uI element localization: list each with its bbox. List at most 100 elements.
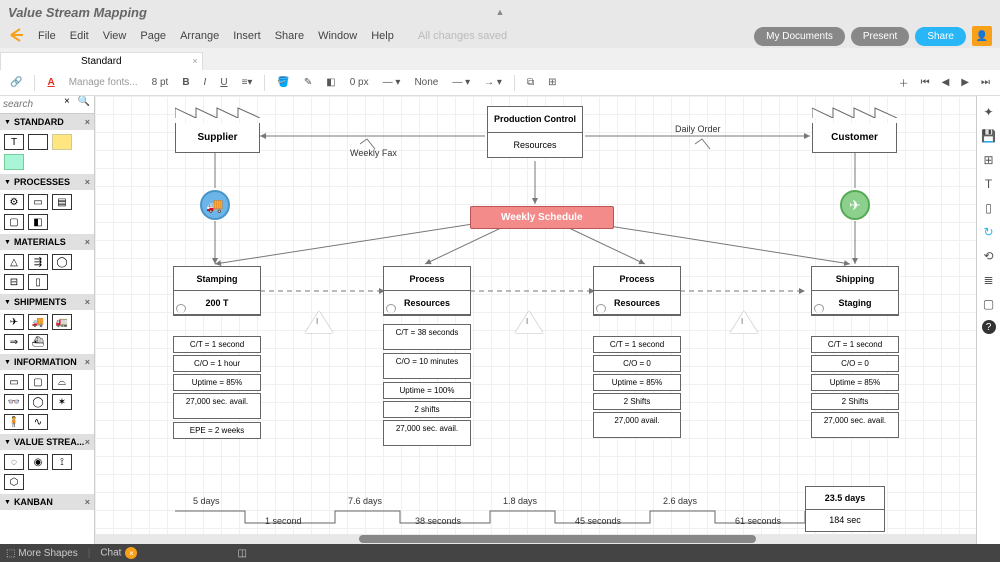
expand-arrow-icon[interactable]: ▲ <box>496 7 505 17</box>
shape-fill[interactable] <box>4 154 24 170</box>
font-size[interactable]: 8 pt <box>148 75 173 90</box>
shape-vs4[interactable]: ⬡ <box>4 474 24 490</box>
line-type-icon[interactable]: — ▾ <box>448 75 474 90</box>
data-cell[interactable]: Uptime = 85% <box>593 374 681 391</box>
shape-market[interactable]: ▯ <box>28 274 48 290</box>
shape-factory[interactable]: ⚙ <box>4 194 24 210</box>
data-cell[interactable]: C/O = 0 <box>811 355 899 372</box>
window-toggle-icon[interactable]: ◫ <box>237 548 246 559</box>
sparkle-icon[interactable]: ✦ <box>981 104 997 120</box>
shape-pull[interactable]: ⇶ <box>28 254 48 270</box>
shape-text[interactable]: T <box>4 134 24 150</box>
shape-safety[interactable]: ⊟ <box>4 274 24 290</box>
close-icon[interactable]: × <box>192 56 197 66</box>
lock-icon[interactable]: ⊞ <box>544 75 560 90</box>
close-icon[interactable]: × <box>85 177 90 187</box>
shape-fifo[interactable]: ◯ <box>52 254 72 270</box>
reset-icon[interactable]: ⟲ <box>981 248 997 264</box>
add-page-icon[interactable]: ＋ <box>895 73 913 92</box>
shape-person[interactable]: 🧍 <box>4 414 24 430</box>
align-dropdown-icon[interactable]: ≡▾ <box>238 75 257 90</box>
save-icon[interactable]: 💾 <box>981 128 997 144</box>
user-avatar[interactable]: 👤 <box>972 26 992 46</box>
close-icon[interactable]: × <box>85 357 90 367</box>
italic-icon[interactable]: I <box>200 75 211 90</box>
fill-color-icon[interactable]: 🪣 <box>273 75 293 90</box>
shape-box[interactable]: ▭ <box>28 194 48 210</box>
chat-button[interactable]: Chat× <box>100 547 137 559</box>
close-icon[interactable]: × <box>85 497 90 507</box>
panel-valuestream[interactable]: ▼VALUE STREA...× <box>0 434 94 450</box>
shape-data[interactable]: ▤ <box>52 194 72 210</box>
shape-kaizen[interactable]: ✶ <box>52 394 72 410</box>
first-page-icon[interactable]: ⏮ <box>917 73 934 92</box>
data-cell[interactable]: Uptime = 85% <box>811 374 899 391</box>
inventory-triangle-1[interactable] <box>305 311 333 333</box>
shape-plane[interactable]: ✈ <box>4 314 24 330</box>
shape-ship[interactable]: ⛴ <box>28 334 48 350</box>
line-solid-icon[interactable]: — ▾ <box>379 75 405 90</box>
data-cell[interactable]: C/T = 1 second <box>173 336 261 353</box>
prev-page-icon[interactable]: ◀ <box>938 73 954 92</box>
data-cell[interactable]: 27,000 sec. avail. <box>383 420 471 446</box>
menu-arrange[interactable]: Arrange <box>180 30 219 42</box>
present-icon[interactable]: ▢ <box>981 296 997 312</box>
data-cell[interactable]: C/T = 1 second <box>593 336 681 353</box>
shape-style-icon[interactable]: ◧ <box>322 75 339 90</box>
close-icon[interactable]: × <box>125 547 137 559</box>
node-supplier[interactable]: Supplier <box>175 104 260 153</box>
link-icon[interactable]: 🔗 <box>6 75 26 90</box>
app-logo-icon[interactable] <box>8 26 28 46</box>
text-color-icon[interactable]: A <box>43 75 58 90</box>
data-cell[interactable]: EPE = 2 weeks <box>173 422 261 439</box>
menu-view[interactable]: View <box>103 30 127 42</box>
shape-cell[interactable]: ▢ <box>4 214 24 230</box>
data-cell[interactable]: C/O = 1 hour <box>173 355 261 372</box>
frame-icon[interactable]: ⊞ <box>981 152 997 168</box>
close-icon[interactable]: × <box>85 237 90 247</box>
layers-icon[interactable]: ≣ <box>981 272 997 288</box>
shape-triangle[interactable]: △ <box>4 254 24 270</box>
shape-cloud[interactable]: ◯ <box>28 394 48 410</box>
help-icon[interactable]: ? <box>982 320 996 334</box>
data-cell[interactable]: 27,000 avail. <box>593 412 681 438</box>
text-icon[interactable]: T <box>981 176 997 192</box>
horizontal-scrollbar[interactable] <box>95 534 976 544</box>
close-icon[interactable]: × <box>85 437 90 447</box>
menu-help[interactable]: Help <box>371 30 394 42</box>
menu-edit[interactable]: Edit <box>70 30 89 42</box>
panel-kanban[interactable]: ▼KANBAN× <box>0 494 94 510</box>
arrow-start[interactable]: None <box>410 75 442 90</box>
font-select[interactable]: Manage fonts... <box>65 75 142 90</box>
panel-information[interactable]: ▼INFORMATION× <box>0 354 94 370</box>
plane-icon[interactable]: ✈ <box>840 190 870 220</box>
share-button[interactable]: Share <box>915 27 966 46</box>
more-shapes-button[interactable]: ⬚ More Shapes <box>6 548 78 559</box>
group-icon[interactable]: ⧉ <box>523 75 538 90</box>
shape-truck[interactable]: 🚚 <box>28 314 48 330</box>
tab-standard[interactable]: Standard × <box>0 52 203 70</box>
my-documents-button[interactable]: My Documents <box>754 27 845 46</box>
menu-page[interactable]: Page <box>140 30 166 42</box>
shape-vs1[interactable]: ◌ <box>4 454 24 470</box>
data-cell[interactable]: C/O = 0 <box>593 355 681 372</box>
node-stamping[interactable]: Stamping 200 T <box>173 266 261 316</box>
close-icon[interactable]: × <box>85 297 90 307</box>
data-cell[interactable]: 27,000 sec. avail. <box>173 393 261 419</box>
shape-rect[interactable] <box>28 134 48 150</box>
panel-shipments[interactable]: ▼SHIPMENTS× <box>0 294 94 310</box>
stroke-width[interactable]: 0 px <box>346 75 373 90</box>
data-cell[interactable]: C/T = 1 second <box>811 336 899 353</box>
next-page-icon[interactable]: ▶ <box>957 73 973 92</box>
shape-vs3[interactable]: ⟟ <box>52 454 72 470</box>
menu-share[interactable]: Share <box>275 30 304 42</box>
node-schedule[interactable]: Weekly Schedule <box>470 206 614 229</box>
data-cell[interactable]: Uptime = 85% <box>173 374 261 391</box>
data-cell[interactable]: 2 shifts <box>383 401 471 418</box>
shape-vs2[interactable]: ◉ <box>28 454 48 470</box>
menu-insert[interactable]: Insert <box>233 30 261 42</box>
shape-halfbox[interactable]: ◧ <box>28 214 48 230</box>
node-process-3[interactable]: Process Resources <box>593 266 681 316</box>
page-icon[interactable]: ▯ <box>981 200 997 216</box>
inventory-triangle-2[interactable] <box>515 311 543 333</box>
